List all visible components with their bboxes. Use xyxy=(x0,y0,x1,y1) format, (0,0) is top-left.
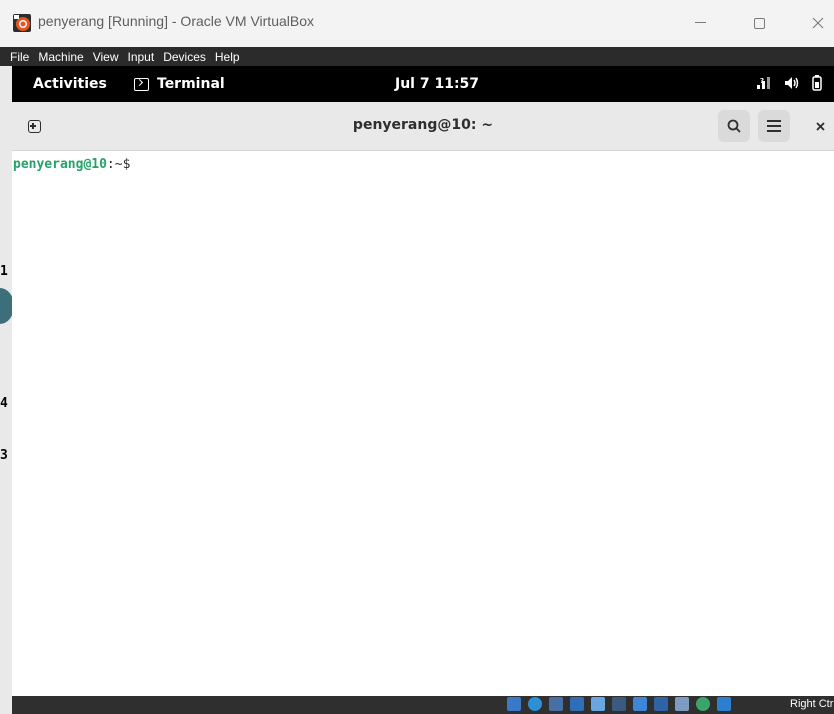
menu-machine[interactable]: Machine xyxy=(38,50,83,64)
mouse-integration-icon[interactable] xyxy=(696,697,710,711)
hamburger-icon xyxy=(767,117,781,135)
maximize-button[interactable] xyxy=(737,10,781,36)
gnome-topbar: Activities Terminal Jul 7 11:57 ? xyxy=(12,66,834,102)
display-icon[interactable] xyxy=(633,697,647,711)
system-tray[interactable]: ? xyxy=(756,75,834,95)
close-icon xyxy=(812,17,824,29)
minimize-button[interactable] xyxy=(678,10,722,36)
sliver-char: 3 xyxy=(0,448,8,463)
sliver-char: 1 xyxy=(0,264,8,279)
window-titlebar[interactable]: penyerang [Running] - Oracle VM VirtualB… xyxy=(0,0,834,47)
maximize-icon xyxy=(753,17,765,29)
menu-view[interactable]: View xyxy=(93,50,119,64)
new-tab-icon xyxy=(27,119,41,133)
prompt-user-host: penyerang@10 xyxy=(13,157,107,172)
terminal-headerbar: penyerang@10: ~ xyxy=(12,102,834,151)
recording-icon[interactable] xyxy=(654,697,668,711)
menu-devices[interactable]: Devices xyxy=(163,50,206,64)
keyboard-icon[interactable] xyxy=(717,697,731,711)
close-window-button[interactable] xyxy=(796,10,834,36)
network-icon: ? xyxy=(756,76,772,94)
usb-icon[interactable] xyxy=(591,697,605,711)
shell-prompt: penyerang@10:~$ xyxy=(13,157,130,172)
terminal-title: penyerang@10: ~ xyxy=(352,117,494,133)
close-terminal-button[interactable] xyxy=(810,111,830,141)
audio-icon[interactable] xyxy=(549,697,563,711)
status-icons xyxy=(507,697,738,711)
window-title: penyerang [Running] - Oracle VM VirtualB… xyxy=(38,13,314,29)
vbox-statusbar: Right Ctrl xyxy=(12,696,834,714)
sliver-char: 4 xyxy=(0,396,8,411)
new-tab-button[interactable] xyxy=(19,111,49,141)
terminal-icon xyxy=(134,77,149,91)
terminal-body[interactable]: penyerang@10:~$ xyxy=(12,151,834,696)
network-icon[interactable] xyxy=(570,697,584,711)
app-menu-label: Terminal xyxy=(157,76,225,92)
svg-text:?: ? xyxy=(760,77,764,85)
search-icon xyxy=(727,119,741,133)
menu-input[interactable]: Input xyxy=(128,50,155,64)
clock[interactable]: Jul 7 11:57 xyxy=(395,76,479,92)
volume-icon xyxy=(784,76,800,94)
virtualbox-icon xyxy=(13,14,31,32)
app-menu-terminal[interactable]: Terminal xyxy=(134,76,225,92)
close-icon xyxy=(815,121,825,131)
hard-disk-icon[interactable] xyxy=(507,697,521,711)
optical-drive-icon[interactable] xyxy=(528,697,542,711)
search-button[interactable] xyxy=(718,110,750,142)
menu-help[interactable]: Help xyxy=(215,50,240,64)
host-desktop-sliver: 1 4 3 xyxy=(0,66,14,714)
minimize-icon xyxy=(694,22,706,23)
host-key-label: Right Ctrl xyxy=(790,698,834,710)
activities-button[interactable]: Activities xyxy=(33,76,107,92)
prompt-path: :~$ xyxy=(106,157,131,172)
vbox-menubar: File Machine View Input Devices Help xyxy=(0,47,834,66)
battery-icon xyxy=(812,75,822,95)
shared-folders-icon[interactable] xyxy=(612,697,626,711)
cpu-icon[interactable] xyxy=(675,697,689,711)
menu-file[interactable]: File xyxy=(10,50,29,64)
hamburger-menu-button[interactable] xyxy=(758,110,790,142)
